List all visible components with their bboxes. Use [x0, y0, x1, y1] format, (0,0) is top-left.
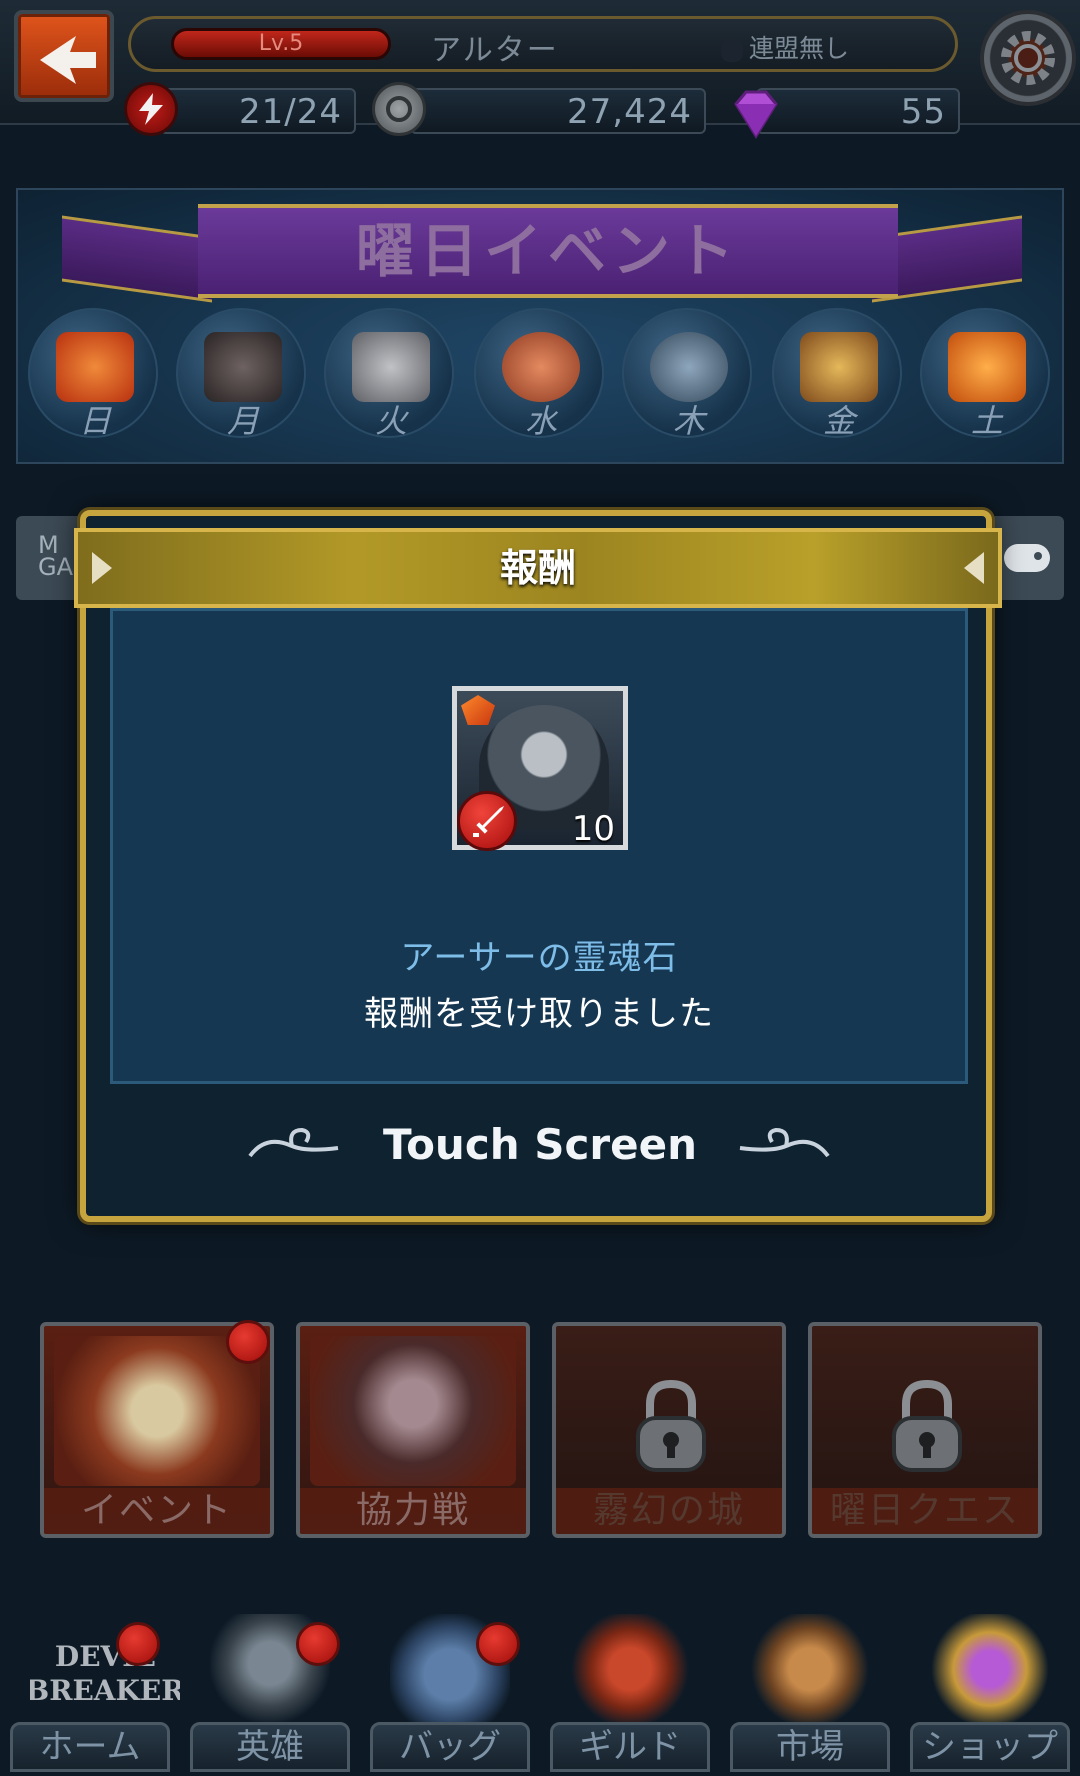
day-label: 日	[78, 402, 111, 440]
day-label: 水	[524, 402, 557, 440]
nav-label: 英雄	[190, 1722, 350, 1772]
nav-bag[interactable]: バッグ	[360, 1600, 540, 1776]
day-label: 火	[374, 402, 407, 440]
day-orb-wednesday: 水	[474, 308, 604, 440]
market-stall-icon	[750, 1614, 870, 1724]
handshake-icon	[502, 332, 580, 402]
gold-counter: 27,424	[410, 88, 706, 134]
gear-icon	[1001, 31, 1055, 85]
treasure-chest-icon	[800, 332, 878, 402]
nav-shop[interactable]: ショップ	[900, 1600, 1080, 1776]
nav-label: ショップ	[910, 1722, 1070, 1772]
demon-girl-portrait	[310, 1336, 516, 1486]
notification-badge	[116, 1622, 160, 1666]
horn-icon	[54, 1336, 260, 1486]
silver-chest-icon	[352, 332, 430, 402]
alliance-emblem-icon	[721, 38, 743, 62]
energy-value: 21/24	[239, 92, 342, 132]
nav-home[interactable]: DEVIL BREAKER ホーム	[0, 1600, 185, 1776]
guild-shield-icon	[570, 1614, 690, 1724]
day-label: 月	[226, 402, 259, 440]
reward-item-card: 10	[452, 686, 628, 851]
sword-class-icon	[457, 791, 517, 851]
player-nameplate: Lv.5 アルター 連盟無し	[128, 16, 958, 72]
player-name: アルター	[431, 33, 559, 68]
padlock-icon	[636, 1379, 706, 1472]
nav-heroes[interactable]: 英雄	[180, 1600, 360, 1776]
energy-icon	[124, 82, 178, 136]
notification-badge	[476, 1622, 520, 1666]
day-orb-friday: 金	[772, 308, 902, 440]
skull-icon	[204, 332, 282, 402]
day-orb-thursday: 木	[622, 308, 752, 440]
bottom-navigation: DEVIL BREAKER ホーム 英雄 バッグ ギルド 市場 ショップ	[0, 1600, 1080, 1776]
gem-counter: 55	[756, 88, 960, 134]
back-button[interactable]	[14, 10, 114, 102]
crossed-swords-icon	[650, 332, 728, 402]
orange-crystals-icon	[948, 332, 1026, 402]
gem-bag-icon	[930, 1614, 1050, 1724]
energy-counter: 21/24	[160, 88, 356, 134]
alliance-label: 連盟無し	[749, 34, 850, 63]
header-ornament-right	[964, 552, 984, 584]
nav-label: バッグ	[370, 1722, 530, 1772]
popup-title: 報酬	[499, 546, 576, 590]
day-label: 土	[970, 402, 1003, 440]
nav-label: ギルド	[550, 1722, 710, 1772]
day-label: 金	[822, 402, 855, 440]
gold-value: 27,424	[567, 92, 692, 132]
nav-market[interactable]: 市場	[720, 1600, 900, 1776]
gem-value: 55	[900, 92, 946, 132]
gamepad-icon	[1004, 544, 1050, 572]
mode-label: 霧幻の城	[556, 1488, 782, 1534]
mode-tile-coop[interactable]: 協力戦	[296, 1322, 530, 1538]
mode-tile-mist-castle[interactable]: 霧幻の城	[552, 1322, 786, 1538]
reward-quantity: 10	[571, 809, 615, 849]
mode-label: 協力戦	[300, 1488, 526, 1534]
nav-label: 市場	[730, 1722, 890, 1772]
mode-label: イベント	[44, 1488, 270, 1534]
top-status-bar: Lv.5 アルター 連盟無し 21/24 27,424 55	[0, 0, 1080, 139]
padlock-icon	[892, 1379, 962, 1472]
weekday-event-banner[interactable]: 曜日イベント 日 月 火 水 木 金 土	[16, 188, 1064, 464]
mode-label: 曜日クエスト	[812, 1488, 1038, 1534]
notification-badge	[296, 1622, 340, 1666]
flourish-right-ornament	[739, 1127, 830, 1158]
day-orb-tuesday: 火	[324, 308, 454, 440]
coin-icon	[372, 82, 426, 136]
notification-badge	[226, 1320, 270, 1364]
ribbon-tail-left	[62, 215, 212, 303]
reward-item-name: アーサーの霊魂石	[400, 938, 678, 978]
nav-label: ホーム	[10, 1722, 170, 1772]
popup-header: 報酬	[74, 528, 1002, 608]
header-ornament-left	[92, 552, 112, 584]
day-label: 木	[672, 402, 705, 440]
back-arrow-icon	[40, 36, 96, 84]
mode-tile-weekday-quest[interactable]: 曜日クエスト	[808, 1322, 1042, 1538]
nav-guild[interactable]: ギルド	[540, 1600, 720, 1776]
diamond-icon	[722, 84, 778, 139]
svg-text:BREAKER: BREAKER	[30, 1674, 180, 1707]
level-bar: Lv.5	[171, 28, 391, 60]
day-orb-saturday: 土	[920, 308, 1050, 440]
day-orb-monday: 月	[176, 308, 306, 440]
alliance-status: 連盟無し	[721, 29, 921, 65]
settings-button[interactable]	[980, 10, 1076, 106]
element-gem-icon	[461, 695, 495, 725]
fire-gem-icon	[56, 332, 134, 402]
event-banner-title: 曜日イベント	[198, 204, 898, 298]
day-orb-sunday: 日	[28, 308, 158, 440]
reward-received-message: 報酬を受け取りました	[364, 994, 714, 1034]
